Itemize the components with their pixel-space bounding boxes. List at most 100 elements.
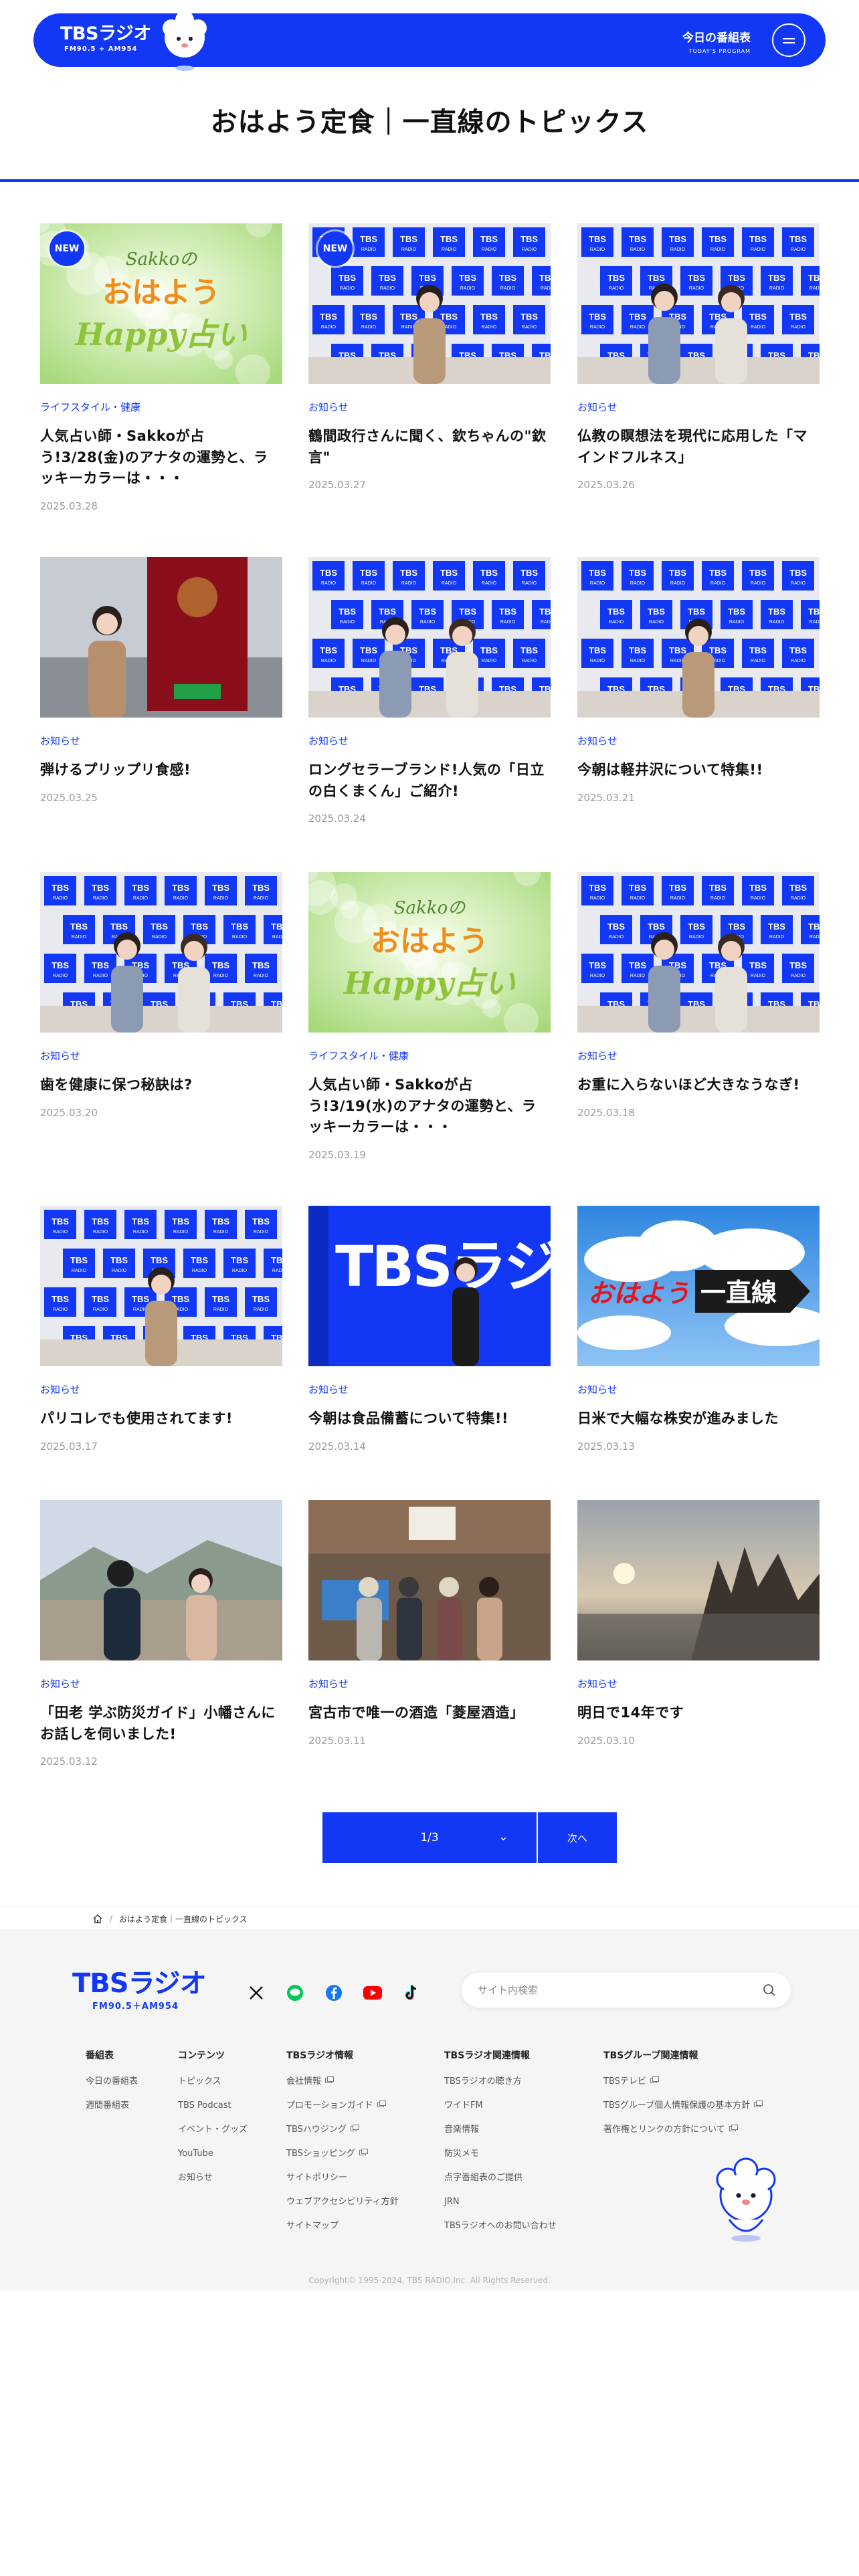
topic-thumbnail[interactable]: Sakkoの おはよう Happy占い NEW bbox=[40, 223, 282, 384]
topic-card[interactable]: お知らせ 明日で14年です 2025.03.10 bbox=[577, 1500, 820, 1747]
topic-card[interactable]: TBS RADIO TBS RADIO TBS RADIO TBS RADIO TBS RADIO… bbox=[40, 1206, 282, 1453]
next-page-button[interactable]: 次へ bbox=[538, 1812, 617, 1863]
topic-title[interactable]: 日米で大幅な株安が進みました bbox=[577, 1408, 820, 1430]
topic-title[interactable]: 仏教の瞑想法を現代に応用した「マインドフルネス」 bbox=[577, 426, 820, 468]
topic-title[interactable]: 人気占い師・Sakkoが占う!3/19(水)のアナタの運勢と、ラッキーカラーは・… bbox=[308, 1075, 551, 1138]
topic-title[interactable]: 今朝は食品備蓄について特集!! bbox=[308, 1408, 551, 1430]
menu-button[interactable] bbox=[772, 23, 805, 57]
x-icon[interactable] bbox=[246, 1983, 266, 2003]
footer-link[interactable]: 今日の番組表 bbox=[86, 2070, 138, 2094]
home-icon[interactable] bbox=[92, 1913, 103, 1924]
topic-thumbnail[interactable]: TBS RADIO TBS RADIO TBS RADIO TBS RADIO TBS RADIO… bbox=[40, 1206, 282, 1366]
topic-title[interactable]: 宮古市で唯一の酒造「菱屋酒造」 bbox=[308, 1703, 551, 1724]
topic-category[interactable]: お知らせ bbox=[40, 1049, 282, 1063]
topic-thumbnail[interactable]: TBSラジオ bbox=[308, 1206, 551, 1366]
topic-thumbnail[interactable]: TBS RADIO TBS RADIO TBS RADIO TBS RADIO TBS RADIO… bbox=[577, 223, 820, 384]
footer-link[interactable]: 週間番組表 bbox=[86, 2094, 138, 2118]
topic-card[interactable]: TBS RADIO TBS RADIO TBS RADIO TBS RADIO TBS RADIO… bbox=[40, 872, 282, 1119]
topic-category[interactable]: お知らせ bbox=[308, 1677, 551, 1691]
footer-link[interactable]: イベント・グッズ bbox=[178, 2118, 248, 2142]
topic-category[interactable]: お知らせ bbox=[40, 734, 282, 748]
tbs-radio-logo[interactable]: TBSラジオ FM90.5 + AM954 bbox=[60, 23, 151, 53]
footer-link[interactable]: お知らせ bbox=[178, 2166, 248, 2190]
topic-card[interactable]: お知らせ 弾けるプリップリ食感! 2025.03.25 bbox=[40, 557, 282, 804]
topic-card[interactable]: TBS RADIO TBS RADIO TBS RADIO TBS RADIO TBS RADIO… bbox=[577, 223, 820, 491]
topic-card[interactable]: お知らせ 「田老 学ぶ防災ガイド」小幡さんにお話しを伺いました! 2025.03… bbox=[40, 1500, 282, 1767]
footer-link[interactable]: 点字番組表のご提供 bbox=[444, 2166, 557, 2190]
topic-thumbnail[interactable] bbox=[308, 1500, 551, 1660]
footer-link[interactable]: TBS Podcast bbox=[178, 2094, 248, 2118]
search-input[interactable] bbox=[478, 1982, 745, 1998]
footer-link[interactable]: JRN bbox=[444, 2190, 557, 2214]
footer-link[interactable]: トピックス bbox=[178, 2070, 248, 2094]
footer-link[interactable]: ワイドFM bbox=[444, 2094, 557, 2118]
topic-thumbnail[interactable] bbox=[40, 1500, 282, 1660]
topic-thumbnail[interactable]: TBS RADIO TBS RADIO TBS RADIO TBS RADIO TBS RADIO… bbox=[308, 223, 551, 384]
footer-column-heading: TBSラジオ関連情報 bbox=[444, 2050, 531, 2061]
topic-thumbnail[interactable]: おはよう 一直線 bbox=[577, 1206, 820, 1366]
topic-card[interactable]: TBSラジオ お知らせ 今朝は食品備蓄について特集!! 2025.03.14 bbox=[308, 1206, 551, 1453]
topic-category[interactable]: お知らせ bbox=[308, 734, 551, 748]
footer-link[interactable]: TBSラジオへのお問い合わせ bbox=[444, 2214, 557, 2238]
topic-category[interactable]: お知らせ bbox=[577, 1382, 820, 1396]
footer-link[interactable]: 防災メモ bbox=[444, 2142, 557, 2166]
topic-title[interactable]: 「田老 学ぶ防災ガイド」小幡さんにお話しを伺いました! bbox=[40, 1703, 282, 1745]
topic-thumbnail[interactable] bbox=[40, 557, 282, 718]
footer-link[interactable]: TBSラジオの聴き方 bbox=[444, 2070, 557, 2094]
topic-category[interactable]: お知らせ bbox=[40, 1677, 282, 1691]
topic-category[interactable]: お知らせ bbox=[308, 400, 551, 414]
footer-logo[interactable]: TBSラジオ FM90.5＋AM954 bbox=[72, 1968, 207, 2012]
topic-thumbnail[interactable]: TBS RADIO TBS RADIO TBS RADIO TBS RADIO TBS RADIO… bbox=[577, 872, 820, 1033]
topic-category[interactable]: お知らせ bbox=[577, 1677, 820, 1691]
topic-card[interactable]: お知らせ 宮古市で唯一の酒造「菱屋酒造」 2025.03.11 bbox=[308, 1500, 551, 1747]
footer-link[interactable]: 音楽情報 bbox=[444, 2118, 557, 2142]
topic-category[interactable]: ライフスタイル・健康 bbox=[40, 400, 282, 414]
footer-link[interactable]: TBSグループ個人情報保護の基本方針 bbox=[603, 2094, 763, 2118]
topic-category[interactable]: お知らせ bbox=[40, 1382, 282, 1396]
facebook-icon[interactable] bbox=[324, 1983, 344, 2003]
footer-link[interactable]: TBSハウジング bbox=[286, 2118, 399, 2142]
footer-link[interactable]: プロモーションガイド bbox=[286, 2094, 399, 2118]
topic-title[interactable]: 弾けるプリップリ食感! bbox=[40, 760, 282, 781]
topic-card[interactable]: TBS RADIO TBS RADIO TBS RADIO TBS RADIO TBS RADIO… bbox=[308, 223, 551, 491]
topic-title[interactable]: 今朝は軽井沢について特集!! bbox=[577, 760, 820, 781]
topic-thumbnail[interactable]: TBS RADIO TBS RADIO TBS RADIO TBS RADIO TBS RADIO… bbox=[40, 872, 282, 1033]
topic-thumbnail[interactable] bbox=[577, 1500, 820, 1660]
todays-program-link[interactable]: 今日の番組表 TODAY'S PROGRAM bbox=[682, 28, 751, 54]
topic-title[interactable]: パリコレでも使用されてます! bbox=[40, 1408, 282, 1430]
youtube-icon[interactable] bbox=[363, 1983, 383, 2003]
topic-category[interactable]: お知らせ bbox=[577, 1049, 820, 1063]
svg-text:TBS: TBS bbox=[132, 1216, 149, 1226]
topic-card[interactable]: Sakkoの おはよう Happy占い NEW ライフスタイル・健康 人気占い師… bbox=[40, 223, 282, 512]
tiktok-icon[interactable] bbox=[401, 1983, 421, 2003]
footer-link[interactable]: サイトポリシー bbox=[286, 2166, 399, 2190]
topic-title[interactable]: お重に入らないほど大きなうなぎ! bbox=[577, 1075, 820, 1096]
topic-card[interactable]: TBS RADIO TBS RADIO TBS RADIO TBS RADIO TBS RADIO… bbox=[308, 557, 551, 825]
topic-category[interactable]: お知らせ bbox=[577, 400, 820, 414]
topic-card[interactable]: TBS RADIO TBS RADIO TBS RADIO TBS RADIO TBS RADIO… bbox=[577, 557, 820, 804]
topic-category[interactable]: ライフスタイル・健康 bbox=[308, 1049, 551, 1063]
topic-title[interactable]: 明日で14年です bbox=[577, 1703, 820, 1724]
search-icon[interactable] bbox=[763, 1983, 776, 1997]
topic-thumbnail[interactable]: TBS RADIO TBS RADIO TBS RADIO TBS RADIO TBS RADIO… bbox=[308, 557, 551, 718]
line-icon[interactable] bbox=[285, 1983, 305, 2003]
topic-card[interactable]: TBS RADIO TBS RADIO TBS RADIO TBS RADIO TBS RADIO… bbox=[577, 872, 820, 1119]
topic-card[interactable]: おはよう 一直線 お知らせ 日米で大幅な株安が進みました 2025.03.13 bbox=[577, 1206, 820, 1453]
topic-title[interactable]: 人気占い師・Sakkoが占う!3/28(金)のアナタの運勢と、ラッキーカラーは・… bbox=[40, 426, 282, 490]
footer-link[interactable]: ウェブアクセシビリティ方針 bbox=[286, 2190, 399, 2214]
footer-link[interactable]: 著作権とリンクの方針について bbox=[603, 2118, 761, 2142]
topic-thumbnail[interactable]: Sakkoの おはよう Happy占い bbox=[308, 872, 551, 1033]
page-select[interactable]: 1/3 ⌄ bbox=[322, 1812, 537, 1863]
topic-title[interactable]: 歯を健康に保つ秘訣は? bbox=[40, 1075, 282, 1096]
topic-title[interactable]: 鶴間政行さんに聞く、欽ちゃんの"欽言" bbox=[308, 426, 551, 468]
footer-link[interactable]: TBSテレビ bbox=[603, 2070, 761, 2094]
topic-category[interactable]: お知らせ bbox=[308, 1382, 551, 1396]
footer-link[interactable]: 会社情報 bbox=[286, 2070, 399, 2094]
topic-category[interactable]: お知らせ bbox=[577, 734, 820, 748]
footer-link[interactable]: サイトマップ bbox=[286, 2214, 399, 2238]
topic-thumbnail[interactable]: TBS RADIO TBS RADIO TBS RADIO TBS RADIO TBS RADIO… bbox=[577, 557, 820, 718]
footer-link[interactable]: TBSショッピング bbox=[286, 2142, 399, 2166]
topic-title[interactable]: ロングセラーブランド!人気の「日立の白くまくん」ご紹介! bbox=[308, 760, 551, 802]
topic-card[interactable]: Sakkoの おはよう Happy占い ライフスタイル・健康 人気占い師・Sak… bbox=[308, 872, 551, 1161]
footer-link[interactable]: YouTube bbox=[178, 2142, 248, 2166]
